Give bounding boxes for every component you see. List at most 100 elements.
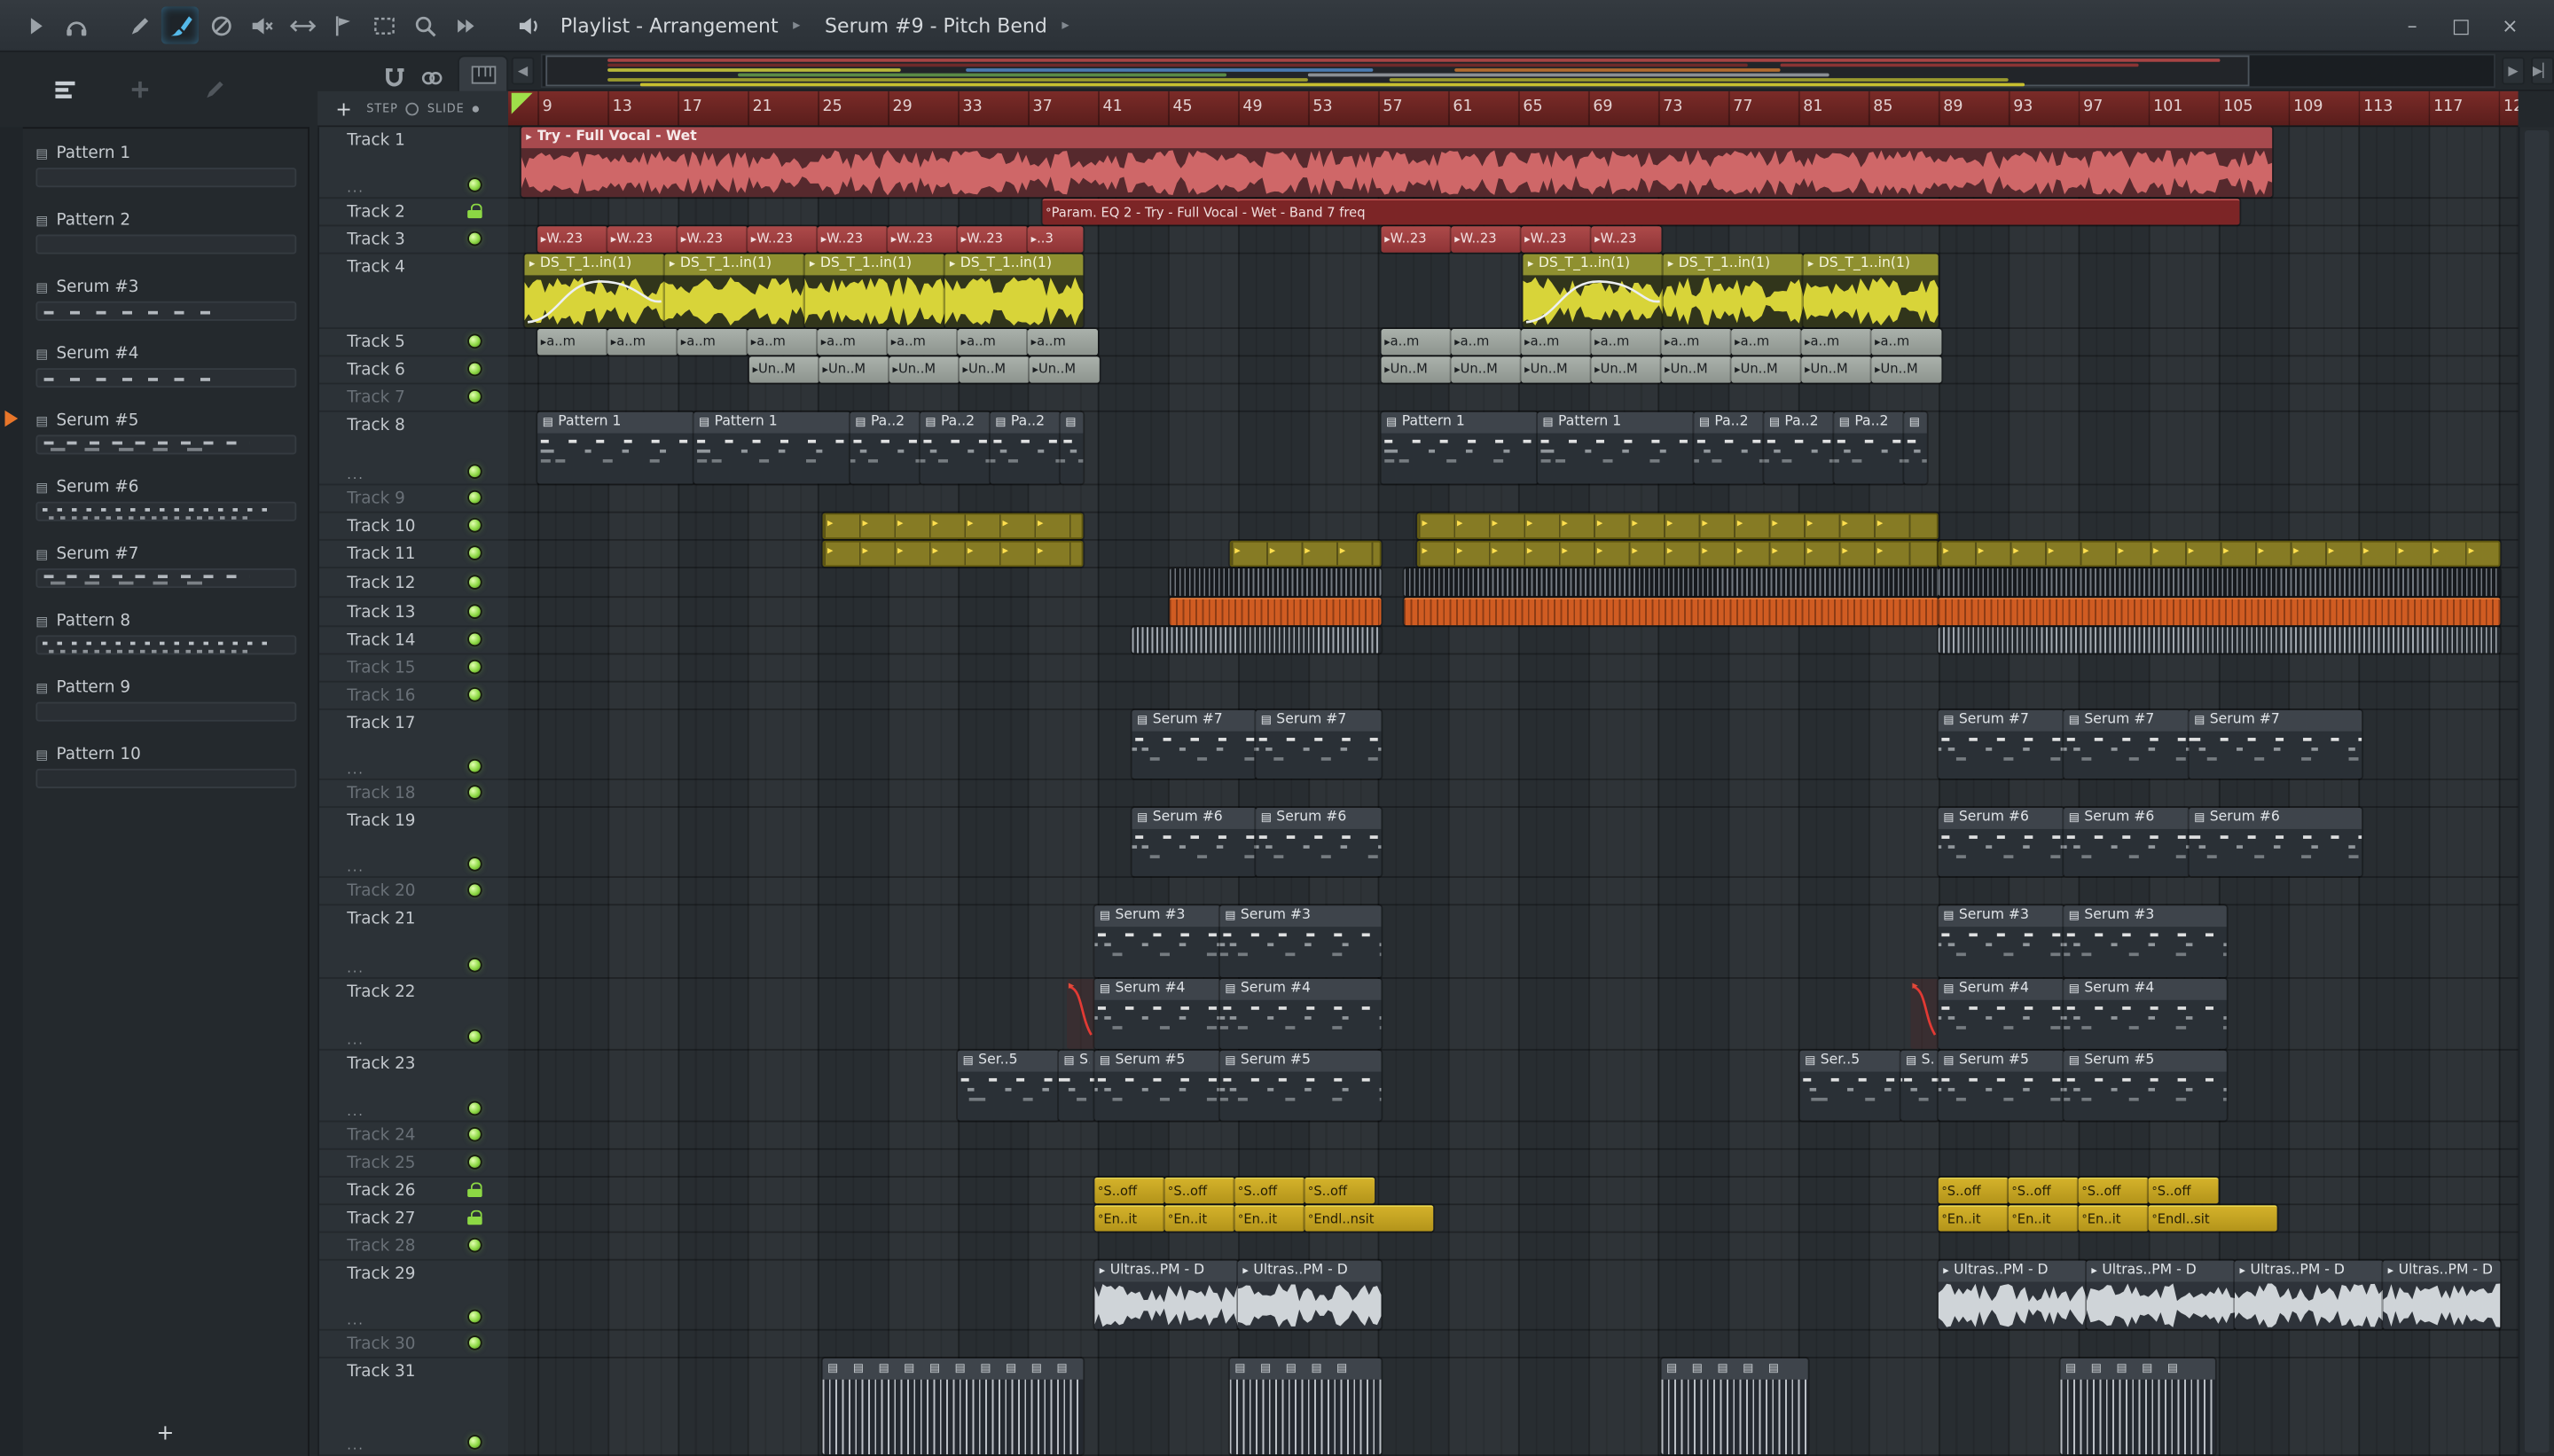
minimize-button[interactable]: – bbox=[2401, 14, 2424, 37]
pattern-clip[interactable] bbox=[1404, 598, 1939, 626]
track-header[interactable]: Track 22... bbox=[318, 979, 509, 1051]
monitor-speaker-icon[interactable] bbox=[510, 6, 547, 43]
automation-clip[interactable]: °S..off bbox=[2078, 1177, 2149, 1204]
audio-clip[interactable]: ▸ DS_T_1..in(1) bbox=[1663, 254, 1804, 328]
track-mute-led[interactable] bbox=[468, 466, 481, 478]
audio-clip[interactable]: ▸Un..M bbox=[819, 356, 889, 383]
audio-clip[interactable]: ▸a..m bbox=[537, 329, 608, 356]
audio-clip[interactable]: ▸W..23 bbox=[607, 226, 678, 253]
audio-clip[interactable]: ▸W..23 bbox=[888, 226, 958, 253]
audio-clip[interactable]: ▸a..m bbox=[818, 329, 889, 356]
audio-clip[interactable]: ▸ Ultras..PM - D bbox=[2234, 1260, 2384, 1329]
midi-clip[interactable]: ▸ ▸ ▸ ▸ bbox=[1229, 540, 1382, 568]
vertical-scrollbar[interactable] bbox=[2518, 127, 2554, 1456]
audio-clip[interactable]: ▸ Ultras..PM - D bbox=[2086, 1260, 2235, 1329]
audio-clip[interactable]: ▸ DS_T_1..in(1) bbox=[1523, 254, 1664, 328]
zoom-window-icon[interactable] bbox=[364, 6, 402, 43]
audio-clip[interactable]: ▸Un..M bbox=[748, 356, 819, 383]
track-header[interactable]: Track 1... bbox=[318, 127, 509, 200]
automation-clip[interactable]: °En..it bbox=[1938, 1205, 2009, 1232]
preview-tool-icon[interactable] bbox=[446, 6, 483, 43]
overview-strip[interactable] bbox=[540, 53, 2495, 89]
scroll-left-icon[interactable]: ◀ bbox=[511, 57, 535, 85]
track-mute-led[interactable] bbox=[468, 519, 481, 531]
pattern-clip[interactable] bbox=[1938, 627, 2501, 654]
track-mute-led[interactable] bbox=[468, 547, 481, 559]
track-header[interactable]: Track 3 bbox=[318, 226, 509, 254]
audio-clip[interactable]: ▸ DS_T_1..in(1) bbox=[524, 254, 665, 328]
track-collapse-dots[interactable]: ... bbox=[347, 181, 364, 196]
track-collapse-dots[interactable]: ... bbox=[347, 1312, 364, 1327]
scroll-right-icon[interactable]: ▶ bbox=[2502, 57, 2525, 85]
audio-clip[interactable]: ▸ Try - Full Vocal - Wet bbox=[521, 127, 2273, 198]
track-mute-led[interactable] bbox=[468, 688, 481, 701]
track-mute-led[interactable] bbox=[468, 661, 481, 673]
track-mute-led[interactable] bbox=[468, 787, 481, 798]
pattern-clip[interactable] bbox=[1169, 568, 1382, 597]
pattern-clip[interactable]: ▤ Pattern 1 bbox=[537, 411, 694, 484]
midi-clip[interactable]: ▸ ▸ ▸ ▸ ▸ ▸ ▸ ▸ ▸ ▸ ▸ ▸ ▸ ▸ bbox=[1416, 540, 1939, 568]
pattern-item[interactable]: ▤ Pattern 10 bbox=[23, 740, 308, 806]
slide-link-icon[interactable] bbox=[419, 65, 444, 90]
play-icon[interactable] bbox=[16, 6, 53, 43]
audio-clip[interactable]: ▸a..m bbox=[748, 329, 819, 356]
pattern-clip[interactable] bbox=[1404, 568, 1939, 597]
pattern-clip[interactable]: ▤ Serum #7 bbox=[2189, 709, 2362, 779]
audio-clip[interactable]: ▸ DS_T_1..in(1) bbox=[944, 254, 1084, 328]
pattern-clip[interactable]: ▤ Serum #7 bbox=[1938, 709, 2064, 779]
pitchbend-clip[interactable]: ▸ bbox=[1067, 978, 1095, 1049]
audio-clip[interactable]: ▸Un..M bbox=[1661, 356, 1732, 383]
pattern-item[interactable]: ▤ Pattern 9 bbox=[23, 673, 308, 740]
automation-clip[interactable]: °En..it bbox=[1094, 1205, 1165, 1232]
track-collapse-dots[interactable]: ... bbox=[347, 961, 364, 976]
track-mute-led[interactable] bbox=[468, 1156, 481, 1168]
audio-clip[interactable]: ▸a..m bbox=[1661, 329, 1732, 356]
pattern-clip[interactable]: ▤ Serum #3 bbox=[1094, 905, 1220, 978]
track-collapse-dots[interactable]: ... bbox=[347, 1438, 364, 1453]
pattern-clip[interactable]: ▤ ▤ ▤ ▤ ▤ bbox=[1229, 1358, 1382, 1455]
pattern-clip[interactable]: ▤ Serum #3 bbox=[1219, 905, 1382, 978]
audio-clip[interactable]: ▸Un..M bbox=[1871, 356, 1942, 383]
automation-clip[interactable]: °Endl..nsit bbox=[1304, 1205, 1434, 1232]
track-header[interactable]: Track 15 bbox=[318, 654, 509, 683]
pattern-clip[interactable]: ▤ Serum #4 bbox=[1938, 978, 2064, 1049]
track-mute-led[interactable] bbox=[468, 1436, 481, 1448]
pattern-clip[interactable]: ▤ S.. bbox=[1900, 1050, 1939, 1121]
track-mute-led[interactable] bbox=[468, 1239, 481, 1251]
pattern-clip[interactable] bbox=[1132, 627, 1382, 654]
slide-tool-icon[interactable] bbox=[284, 6, 321, 43]
track-header[interactable]: Track 14 bbox=[318, 627, 509, 655]
track-header[interactable]: Track 21... bbox=[318, 905, 509, 979]
pattern-clip[interactable]: ▤ Serum #3 bbox=[1938, 905, 2064, 978]
track-collapse-dots[interactable]: ... bbox=[347, 763, 364, 778]
pattern-clip[interactable]: ▤ Serum #4 bbox=[1094, 978, 1220, 1049]
track-mute-led[interactable] bbox=[468, 390, 481, 403]
scroll-end-icon[interactable]: ▶▏ bbox=[2531, 57, 2554, 85]
track-mute-led[interactable] bbox=[468, 1336, 481, 1349]
pattern-clip[interactable]: ▤ Serum #6 bbox=[1256, 808, 1382, 877]
audio-clip[interactable]: ▸Un..M bbox=[1029, 356, 1100, 383]
track-mute-led[interactable] bbox=[468, 232, 481, 245]
track-mute-led[interactable] bbox=[468, 959, 481, 971]
track-header[interactable]: Track 12 bbox=[318, 568, 509, 599]
pattern-clip[interactable]: ▤ ▤ ▤ ▤ ▤ bbox=[1661, 1358, 1808, 1455]
audio-clip[interactable]: ▸..3 bbox=[1027, 226, 1084, 253]
pattern-clip[interactable]: ▤ Serum #5 bbox=[2064, 1050, 2227, 1121]
track-mute-led[interactable] bbox=[468, 491, 481, 504]
audio-clip[interactable]: ▸W..23 bbox=[818, 226, 889, 253]
pattern-clip[interactable]: ▤ Serum #6 bbox=[1132, 808, 1257, 877]
marker-tool-icon[interactable] bbox=[325, 6, 362, 43]
pattern-list-icon[interactable] bbox=[52, 76, 78, 102]
audio-clip[interactable]: ▸W..23 bbox=[1521, 226, 1592, 253]
track-header[interactable]: Track 5 bbox=[318, 329, 509, 357]
automation-clip[interactable]: °Param. EQ 2 - Try - Full Vocal - Wet - … bbox=[1042, 199, 2240, 225]
automation-clip[interactable]: °En..it bbox=[2008, 1205, 2079, 1232]
pattern-clip[interactable]: ▤ Pattern 1 bbox=[693, 411, 850, 484]
track-mute-led[interactable] bbox=[468, 760, 481, 772]
track-header[interactable]: Track 20 bbox=[318, 878, 509, 906]
track-header[interactable]: Track 28 bbox=[318, 1233, 509, 1261]
automation-clip[interactable]: °S..off bbox=[1938, 1177, 2009, 1204]
track-lock-icon[interactable] bbox=[467, 1209, 482, 1226]
automation-clip[interactable]: °S..off bbox=[1234, 1177, 1305, 1204]
pattern-clip[interactable]: ▤ Serum #5 bbox=[1094, 1050, 1220, 1121]
